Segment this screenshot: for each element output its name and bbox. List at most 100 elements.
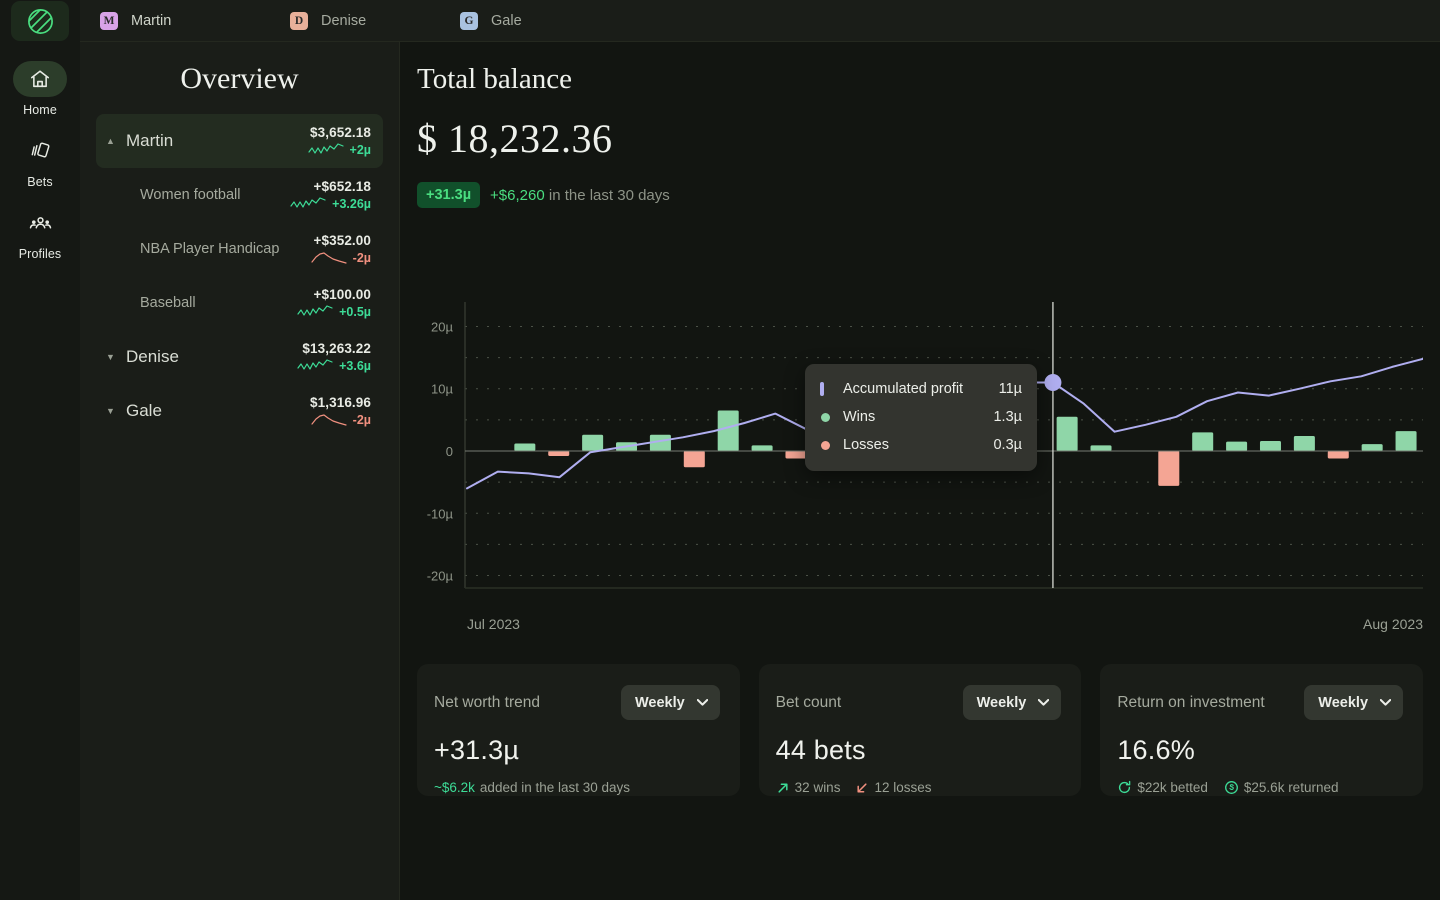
- caret-up-icon[interactable]: ▲: [106, 137, 126, 146]
- account-delta: +3.26µ: [290, 197, 371, 211]
- card-value-roi: 16.6%: [1117, 735, 1403, 766]
- tab-label-martin: Martin: [131, 13, 171, 29]
- chart-bar-win[interactable]: [1091, 445, 1112, 451]
- arrow-up-right-icon: [776, 781, 790, 795]
- profile-tabbar: M Martin D Denise G Gale: [80, 0, 1440, 42]
- rail-item-bets[interactable]: Bets: [0, 133, 80, 189]
- tooltip-label-losses: Losses: [843, 437, 889, 453]
- account-delta-value: -2µ: [353, 251, 371, 265]
- delta-text: +$6,260 in the last 30 days: [490, 187, 670, 204]
- chart-tooltip: Accumulated profit 11µ Wins 1.3µ Losses …: [805, 364, 1037, 471]
- period-select-label-bet-count: Weekly: [977, 695, 1027, 711]
- card-foot-net-worth: ~$6.2k added in the last 30 days: [434, 780, 720, 795]
- chart-bar-win[interactable]: [1057, 417, 1078, 451]
- chart-bar-win[interactable]: [1226, 442, 1247, 451]
- card-head-net-worth: Net worth trend Weekly: [434, 685, 720, 720]
- chart-canvas[interactable]: 20µ10µ0-10µ-20µJul 2023Aug 2023: [417, 292, 1423, 662]
- period-select-net-worth[interactable]: Weekly: [621, 685, 720, 720]
- wins-text: 32 wins: [795, 780, 841, 795]
- chart-bar-loss[interactable]: [1328, 451, 1349, 458]
- caret-down-icon[interactable]: ▼: [106, 353, 126, 362]
- home-icon: [29, 68, 51, 90]
- chart-bar-win[interactable]: [582, 435, 603, 451]
- left-rail: Home Bets: [0, 0, 80, 900]
- chart-bar-win[interactable]: [1396, 431, 1417, 451]
- card-bet-count: Bet count Weekly 44 bets 32 wins: [759, 664, 1082, 796]
- rail-item-profiles[interactable]: Profiles: [0, 205, 80, 261]
- app-root: Home Bets: [0, 0, 1440, 900]
- sparkline-up-icon: [297, 359, 333, 373]
- cards-icon: [29, 140, 51, 162]
- tab-gale[interactable]: G Gale: [440, 0, 522, 42]
- account-name: NBA Player Handicap: [140, 241, 279, 257]
- sparkline-up-icon: [308, 143, 344, 157]
- rail-pill-profiles: [13, 205, 67, 241]
- account-delta: -2µ: [310, 413, 371, 427]
- striped-circle-logo-icon: [27, 8, 54, 35]
- chart-bar-win[interactable]: [1260, 441, 1281, 451]
- account-delta-value: -2µ: [353, 413, 371, 427]
- chart-bar-loss[interactable]: [785, 451, 806, 458]
- card-value-net-worth: +31.3µ: [434, 735, 720, 766]
- chart-bar-win[interactable]: [1362, 444, 1383, 451]
- caret-down-icon[interactable]: ▼: [106, 407, 126, 416]
- losses-group: 12 losses: [855, 780, 931, 795]
- tab-denise[interactable]: D Denise: [270, 0, 440, 42]
- chart-bar-win[interactable]: [752, 445, 773, 451]
- tooltip-value-losses: 0.3µ: [993, 437, 1022, 453]
- chart-cursor-point[interactable]: [1044, 374, 1061, 391]
- account-row[interactable]: ▼Denise$13,263.22+3.6µ: [96, 330, 383, 384]
- account-amount: +$652.18: [290, 179, 371, 194]
- card-head-roi: Return on investment Weekly: [1117, 685, 1403, 720]
- app-logo[interactable]: [11, 1, 69, 41]
- card-title-net-worth: Net worth trend: [434, 694, 540, 712]
- betted-text: $22k betted: [1137, 780, 1208, 795]
- rail-item-home[interactable]: Home: [0, 61, 80, 117]
- overview-sidebar: Overview ▲Martin$3,652.18+2µWomen footba…: [80, 42, 400, 900]
- tab-label-denise: Denise: [321, 13, 366, 29]
- account-row[interactable]: ▼Gale $1,316.96 -2µ: [96, 384, 383, 438]
- avatar-gale: G: [460, 12, 478, 30]
- balance-delta-row: +31.3µ +$6,260 in the last 30 days: [417, 182, 1440, 208]
- tooltip-value-wins: 1.3µ: [993, 409, 1022, 425]
- sparkline-up-icon: [297, 305, 333, 319]
- chart-bar-loss[interactable]: [684, 451, 705, 467]
- tab-martin[interactable]: M Martin: [80, 0, 270, 42]
- delta-amount: +$6,260: [490, 187, 545, 204]
- chart-bar-loss[interactable]: [548, 451, 569, 456]
- account-row[interactable]: ▲Martin$3,652.18+2µ: [96, 114, 383, 168]
- returned-group: $25.6k returned: [1224, 780, 1339, 795]
- tooltip-value-accumulated-profit: 11µ: [999, 381, 1022, 397]
- rail-label-bets: Bets: [27, 175, 52, 189]
- account-delta-value: +2µ: [350, 143, 371, 157]
- account-delta: -2µ: [311, 251, 371, 265]
- chart-bar-win[interactable]: [718, 411, 739, 451]
- x-axis-end-label: Aug 2023: [1363, 616, 1423, 632]
- chart-bar-win[interactable]: [514, 444, 535, 451]
- sidebar-title: Overview: [80, 42, 399, 96]
- period-select-bet-count[interactable]: Weekly: [963, 685, 1062, 720]
- account-amount: $1,316.96: [310, 395, 371, 410]
- chart-bar-win[interactable]: [1294, 436, 1315, 451]
- x-axis-start-label: Jul 2023: [467, 616, 520, 632]
- period-select-roi[interactable]: Weekly: [1304, 685, 1403, 720]
- account-row[interactable]: NBA Player Handicap +$352.00 -2µ: [96, 222, 383, 276]
- account-name: Gale: [126, 401, 162, 421]
- account-metrics: $1,316.96 -2µ: [310, 395, 371, 427]
- card-foot-bet-count: 32 wins 12 losses: [776, 780, 1062, 795]
- total-balance-value: $ 18,232.36: [417, 115, 1440, 162]
- tooltip-row-accumulated-profit: Accumulated profit 11µ: [820, 375, 1022, 403]
- stat-cards: Net worth trend Weekly +31.3µ ~$6.2k add…: [417, 664, 1423, 796]
- sparkline-down-icon: [311, 413, 347, 427]
- chart-bar-win[interactable]: [1192, 432, 1213, 451]
- account-row[interactable]: Baseball+$100.00+0.5µ: [96, 276, 383, 330]
- account-row[interactable]: Women football+$652.18+3.26µ: [96, 168, 383, 222]
- main-panel: Total balance $ 18,232.36 +31.3µ +$6,260…: [400, 42, 1440, 900]
- balance-chart[interactable]: 20µ10µ0-10µ-20µJul 2023Aug 2023 Accumula…: [417, 292, 1423, 662]
- net-worth-added-text: added in the last 30 days: [480, 780, 630, 795]
- account-amount: +$352.00: [311, 233, 371, 248]
- account-amount: $13,263.22: [297, 341, 371, 356]
- tooltip-label-wins: Wins: [843, 409, 875, 425]
- chart-bar-loss[interactable]: [1158, 451, 1179, 486]
- account-name: Baseball: [140, 295, 196, 311]
